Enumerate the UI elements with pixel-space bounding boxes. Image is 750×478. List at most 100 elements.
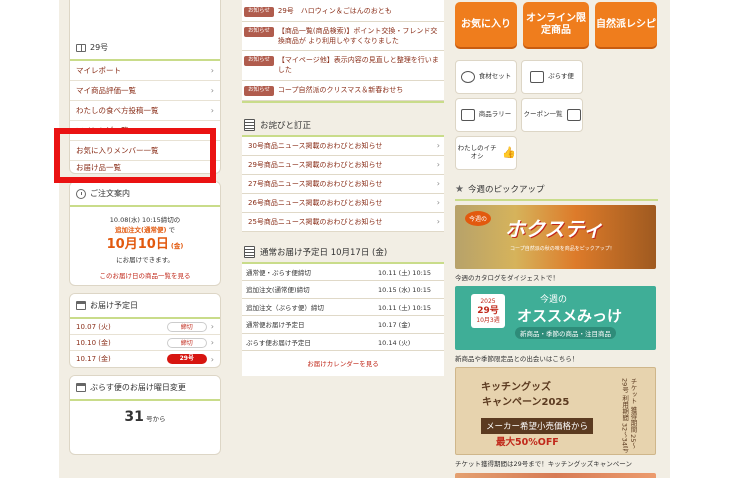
schedule-row: 通常便お届け予定日 10.17 (金) xyxy=(242,316,444,334)
order-deadline-text: 10.08(水) 10:15締切の xyxy=(109,216,181,224)
apology-item-label: 25号商品ニュース掲載のおわびとお知らせ xyxy=(248,217,383,226)
delivery-schedule-box: お届け予定日 10.07 (火) 締切 › 10.10 (金) 締切 › 10.17 (… xyxy=(69,293,221,369)
delivery-schedule-header: お届け予定日 xyxy=(70,294,220,320)
menu-item-product-ratings[interactable]: マイ商品評価一覧 › xyxy=(70,81,220,101)
apology-title: お詫びと訂正 xyxy=(260,120,312,131)
apology-item-label: 26号商品ニュース掲載のおわびとお知らせ xyxy=(248,198,383,207)
tile-food-set[interactable]: 食材セット xyxy=(455,60,517,94)
pickup-title: 今週のピックアップ xyxy=(467,185,545,195)
menu-item-label: マイ商品評価一覧 xyxy=(76,86,136,95)
food-set-icon xyxy=(460,71,475,83)
star-icon: ★ xyxy=(455,183,464,195)
right-column: お気に入り オンライン限定商品 自然派レシピ 食材セット ぷらす便 商品ラリー … xyxy=(455,0,658,478)
tile-label: ぷらす便 xyxy=(548,72,574,81)
banner-title: オススメみっけ xyxy=(517,307,623,325)
issue-date-box: 2025 29号 10月3週 xyxy=(471,294,505,328)
delivery-calendar-link[interactable]: お届けカレンダーを見る xyxy=(307,360,379,368)
menu-item-label: わたしの食べ方投稿一覧 xyxy=(76,106,159,115)
banner-price-note: メーカー希望小売価格から xyxy=(481,418,594,434)
news-item[interactable]: お知らせ 【マイページ他】表示内容の見直しと整理を行いました xyxy=(242,51,444,81)
notice-badge: お知らせ xyxy=(244,27,274,37)
tile-plus-bus[interactable]: ぷらす便 xyxy=(521,60,583,94)
apology-item-label: 30号商品ニュース掲載のおわびとお知らせ xyxy=(248,141,383,150)
apology-section: お詫びと訂正 30号商品ニュース掲載のおわびとお知らせ › 29号商品ニュース掲載… xyxy=(242,114,444,232)
delivery-row[interactable]: 10.07 (火) 締切 › xyxy=(70,319,220,336)
main-column: お知らせ 29号 ハロウィン＆ごはんのおとも お知らせ 【商品一覧(商品検索)】ポイ… xyxy=(242,0,444,377)
news-item[interactable]: お知らせ 29号 ハロウィン＆ごはんのおとも xyxy=(242,0,444,22)
apology-item[interactable]: 27号商品ニュース掲載のおわびとお知らせ › xyxy=(242,174,444,194)
banner-discount: 最大50%OFF xyxy=(496,437,559,448)
menu-item-label: マイレポート xyxy=(76,66,121,75)
menu-item-eating-posts[interactable]: わたしの食べ方投稿一覧 › xyxy=(70,101,220,121)
issue-week: 10月3週 xyxy=(476,317,500,325)
calendar-icon xyxy=(244,245,255,258)
delivery-row[interactable]: 10.10 (金) 締切 › xyxy=(70,335,220,352)
schedule-value: 10.15 (水) 10:15 xyxy=(378,286,432,295)
page-frame: 29号 マイレポート › マイ商品評価一覧 › わたしの食べ方投稿一覧 › マイレシピ… xyxy=(59,0,670,478)
schedule-row: 追加注文（ぷらす便）締切 10.11 (土) 10:15 xyxy=(242,298,444,317)
news-text: 【商品一覧(商品検索)】ポイント交換・フレンド交換商品が より利用しやすくなりま… xyxy=(277,27,438,46)
banner-caption: 今週のカタログをダイジェストで！ xyxy=(455,274,559,282)
bus-day-change-box: ぶらす便のお届け曜日変更 31 号から xyxy=(69,375,221,456)
schedule-row: 追加注文(通常便)締切 10.15 (水) 10:15 xyxy=(242,281,444,299)
delivery-row[interactable]: 10.17 (金) 29号 › xyxy=(70,351,220,367)
order-products-link[interactable]: このお届け日の商品一覧を見る xyxy=(100,272,191,280)
notice-badge: お知らせ xyxy=(244,7,274,17)
chevron-right-icon: › xyxy=(436,217,440,227)
schedule-label: 通常便お届け予定日 xyxy=(246,321,305,330)
deadline-badge: 締切 xyxy=(166,321,207,332)
banner-week-badge: 今週の xyxy=(465,211,492,226)
banner-next[interactable] xyxy=(455,473,656,478)
issue-badge: 29号 xyxy=(166,354,207,365)
order-info-box: ご注文案内 10.08(水) 10:15締切の 追加注文(通常便) で 10月1… xyxy=(69,181,221,287)
news-item[interactable]: お知らせ コープ自然派のクリスマス＆新春おせち xyxy=(242,80,444,101)
order-delivery-date: 10月10日 xyxy=(106,237,169,253)
favorites-label: お気に入り xyxy=(461,18,511,30)
tile-label: 商品ラリー xyxy=(478,110,512,119)
chevron-right-icon: › xyxy=(210,86,214,95)
tile-coupons[interactable]: クーポン一覧 xyxy=(521,98,583,132)
schedule-label: 通常便・ぷらす便締切 xyxy=(246,268,311,277)
tile-product-rally[interactable]: 商品ラリー xyxy=(455,98,517,132)
order-info-title: ご注文案内 xyxy=(90,189,130,198)
banner-title: キッチングッズ xyxy=(481,382,551,393)
chevron-right-icon: › xyxy=(210,322,214,332)
schedule-row: ぷらす便お届け予定日 10.14 (火) xyxy=(242,333,444,352)
apology-item-label: 29号商品ニュース掲載のおわびとお知らせ xyxy=(248,160,383,169)
order-type-text: 追加注文(通常便) xyxy=(114,226,167,235)
news-text: コープ自然派のクリスマス＆新春おせち xyxy=(277,85,404,94)
banner-title-2: キャンペーン2025 xyxy=(482,397,570,408)
apology-item[interactable]: 30号商品ニュース掲載のおわびとお知らせ › xyxy=(242,136,444,156)
online-limited-button[interactable]: オンライン限定商品 xyxy=(523,2,589,47)
schedule-header: 通常お届け予定日 10月17日 (金) xyxy=(242,241,444,264)
banner-subtitle: 新商品・季節の商品・注目商品 xyxy=(515,327,616,339)
apology-item-label: 27号商品ニュース掲載のおわびとお知らせ xyxy=(248,179,383,188)
news-text: 【マイページ他】表示内容の見直しと整理を行いました xyxy=(277,56,439,75)
tile-label: クーポン一覧 xyxy=(523,110,563,119)
bus-issue-number: 31 xyxy=(124,409,144,426)
my-menu-header: 29号 xyxy=(70,36,220,61)
banner-weekly-catalog[interactable]: 今週の ホクスティ コープ自然派の秋の味を商品をピックアップ！ xyxy=(455,205,656,269)
tile-my-pick[interactable]: わたしのイチオシ 👍 xyxy=(455,136,517,170)
news-item[interactable]: お知らせ 【商品一覧(商品検索)】ポイント交換・フレンド交換商品が より利用しやす… xyxy=(242,22,444,52)
favorites-button[interactable]: お気に入り xyxy=(455,2,517,47)
recipe-button[interactable]: 自然派レシピ xyxy=(595,2,657,47)
banner-kitchen-goods[interactable]: キッチングッズ キャンペーン2025 メーカー希望小売価格から 最大50%OFF… xyxy=(455,367,656,455)
online-limited-label: オンライン限定商品 xyxy=(526,12,586,36)
tile-label: わたしのイチオシ xyxy=(457,144,497,160)
pickup-header: ★ 今週のピックアップ xyxy=(455,183,658,201)
menu-item-my-report[interactable]: マイレポート › xyxy=(70,61,220,81)
apology-item[interactable]: 25号商品ニュース掲載のおわびとお知らせ › xyxy=(242,212,444,232)
recipe-label: 自然派レシピ xyxy=(596,18,656,30)
apology-item[interactable]: 26号商品ニュース掲載のおわびとお知らせ › xyxy=(242,193,444,213)
banner-recommend[interactable]: 2025 29号 10月3週 今週の オススメみっけ 新商品・季節の商品・注目商… xyxy=(455,286,656,350)
schedule-label: ぷらす便お届け予定日 xyxy=(246,338,311,347)
schedule-value: 10.11 (土) 10:15 xyxy=(378,268,432,277)
chevron-right-icon: › xyxy=(210,338,214,348)
apology-item[interactable]: 29号商品ニュース掲載のおわびとお知らせ › xyxy=(242,155,444,175)
chevron-right-icon: › xyxy=(210,354,214,364)
order-delivery-weekday: (金) xyxy=(170,242,184,251)
order-particle: で xyxy=(168,226,176,235)
calendar-icon xyxy=(76,383,86,393)
bus-issue-suffix: 号から xyxy=(146,415,166,424)
